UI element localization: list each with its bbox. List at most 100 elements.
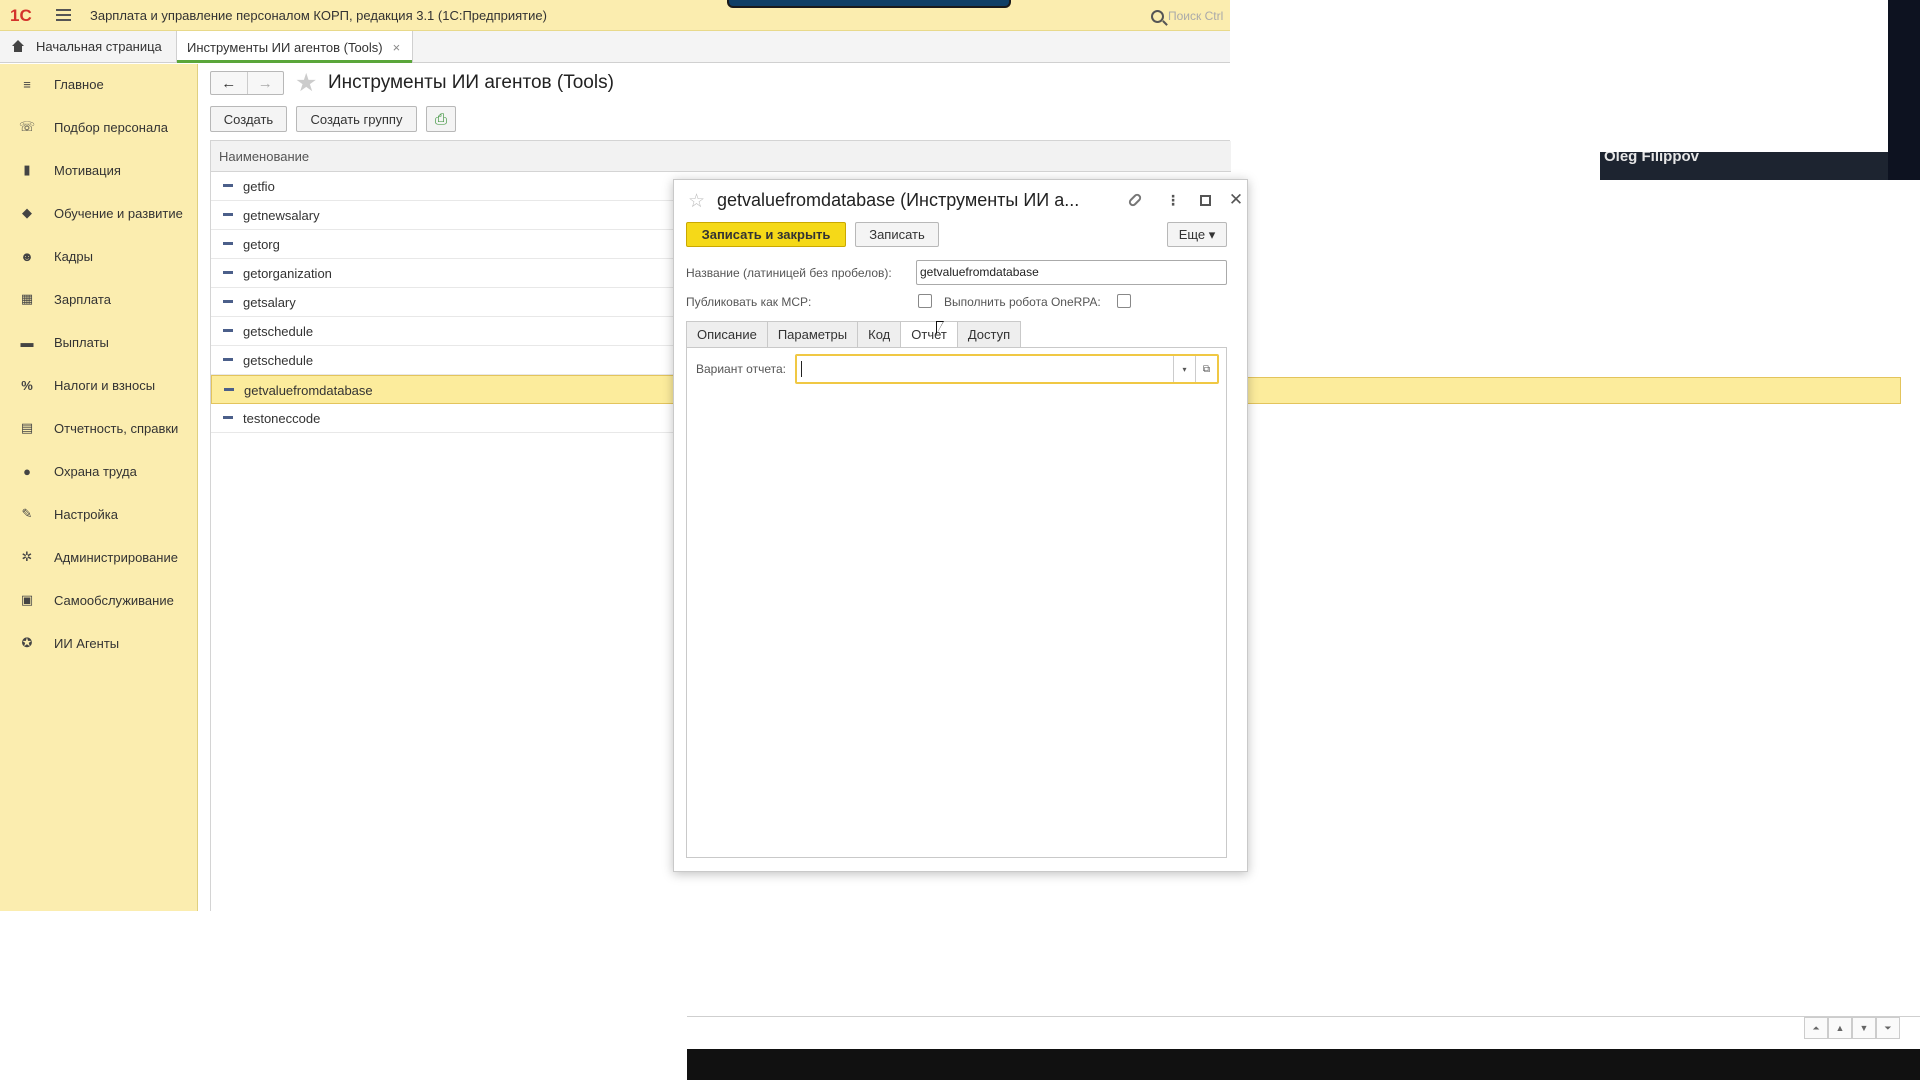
report-variant-input[interactable]: ▾ ⧉ xyxy=(795,354,1219,384)
dialog-more-icon[interactable]: ⋮ xyxy=(1164,190,1182,210)
report-variant-label: Вариант отчета: xyxy=(696,362,786,376)
report-tab-page xyxy=(686,347,1227,858)
item-icon xyxy=(223,329,233,332)
sidebar-item-icon: % xyxy=(21,377,33,393)
tab-tools[interactable]: Инструменты ИИ агентов (Tools) × xyxy=(176,31,414,63)
sidebar-item-label: Настройка xyxy=(54,506,118,522)
sidebar-item-icon: ▦ xyxy=(20,291,34,306)
create-group-button[interactable]: Создать группу xyxy=(296,106,417,132)
save-button[interactable]: Записать xyxy=(855,222,939,247)
sidebar-item[interactable]: ▮ Мотивация xyxy=(0,150,198,190)
sidebar-item[interactable]: ≡ Главное xyxy=(0,64,198,104)
sidebar-item[interactable]: ☏ Подбор персонала xyxy=(0,107,198,147)
dialog-link-icon[interactable] xyxy=(1126,190,1144,210)
item-icon xyxy=(223,358,233,361)
tab-home[interactable]: Начальная страница xyxy=(0,31,178,62)
text-caret xyxy=(801,361,802,377)
item-icon xyxy=(223,300,233,303)
create-button[interactable]: Создать xyxy=(210,106,287,132)
sidebar-item-label: Администрирование xyxy=(54,549,178,565)
webcam-name: Oleg Filippov xyxy=(1604,152,1700,165)
item-icon xyxy=(223,416,233,419)
scroll-bottom-button[interactable]: ⏷ xyxy=(1876,1017,1900,1039)
sidebar-item-icon: ☏ xyxy=(18,119,36,134)
sidebar-item-icon: ✪ xyxy=(21,635,33,650)
sidebar-item[interactable]: ☻ Кадры xyxy=(0,236,198,276)
row-label: getvaluefromdatabase xyxy=(244,383,373,398)
back-button[interactable]: ← xyxy=(211,72,247,94)
sidebar-item[interactable]: % Налоги и взносы xyxy=(0,365,198,405)
sidebar-item-icon: ≡ xyxy=(23,76,31,92)
scroll-controls: ⏶ ▲ ▼ ⏷ xyxy=(1804,1017,1900,1039)
sidebar-item[interactable]: ▤ Отчетность, справки xyxy=(0,408,198,448)
sidebar-item-label: ИИ Агенты xyxy=(54,635,120,651)
dialog-close-icon[interactable]: ✕ xyxy=(1227,190,1245,210)
search-icon xyxy=(1151,9,1164,23)
dialog-maximize-icon[interactable] xyxy=(1196,190,1214,210)
global-search[interactable]: Поиск Ctrl xyxy=(1151,6,1223,26)
mouse-cursor-icon xyxy=(936,321,944,335)
title-bar: 1С Зарплата и управление персоналом КОРП… xyxy=(0,0,1230,31)
save-and-close-button[interactable]: Записать и закрыть xyxy=(686,222,846,247)
dialog-tab[interactable]: Доступ xyxy=(956,321,1022,348)
sidebar-item[interactable]: ▦ Зарплата xyxy=(0,279,198,319)
publish-mcp-checkbox[interactable] xyxy=(918,294,932,308)
sidebar-item-label: Мотивация xyxy=(54,162,121,178)
forward-button[interactable]: → xyxy=(246,72,284,94)
sidebar-item[interactable]: ✎ Настройка xyxy=(0,494,198,534)
name-label: Название (латиницей без пробелов): xyxy=(686,266,892,280)
item-icon xyxy=(223,184,233,187)
dialog-tab[interactable]: Код xyxy=(857,321,901,348)
item-icon xyxy=(223,213,233,216)
sidebar-item[interactable]: ▬ Выплаты xyxy=(0,322,198,362)
dialog-tab[interactable]: Параметры xyxy=(766,321,858,348)
export-icon[interactable]: ⎙ xyxy=(426,106,456,132)
scroll-up-button[interactable]: ▲ xyxy=(1828,1017,1852,1039)
tab-tools-label: Инструменты ИИ агентов (Tools) xyxy=(187,39,383,55)
tab-close-icon[interactable]: × xyxy=(393,40,401,55)
dialog-tab[interactable]: Описание xyxy=(686,321,767,348)
sidebar-item-icon: ☻ xyxy=(20,248,34,264)
column-header-label: Наименование xyxy=(219,149,310,164)
sidebar-item[interactable]: ✲ Администрирование xyxy=(0,537,198,577)
sidebar-item[interactable]: ◆ Обучение и развитие xyxy=(0,193,198,233)
sidebar-item[interactable]: ✪ ИИ Агенты xyxy=(0,623,198,663)
row-label: testoneccode xyxy=(243,411,321,426)
column-header[interactable]: Наименование xyxy=(211,141,1231,172)
taskbar-strip xyxy=(687,1049,1920,1080)
dialog-tabs: Описание Параметры Код Отчет Доступ xyxy=(686,321,1022,348)
sidebar-item-label: Подбор персонала xyxy=(54,119,168,135)
sidebar-item-label: Кадры xyxy=(54,248,93,264)
open-form-icon[interactable]: ⧉ xyxy=(1195,356,1217,382)
sidebar-item-icon: ● xyxy=(23,463,31,479)
item-icon xyxy=(223,271,233,274)
scroll-top-button[interactable]: ⏶ xyxy=(1804,1017,1828,1039)
more-button[interactable]: Еще ▾ xyxy=(1167,222,1227,247)
main-menu-icon[interactable] xyxy=(56,9,71,21)
sidebar-item[interactable]: ● Охрана труда xyxy=(0,451,198,491)
publish-mcp-label: Публиковать как MCP: xyxy=(686,295,812,309)
run-robot-checkbox[interactable] xyxy=(1117,294,1131,308)
name-input[interactable]: getvaluefromdatabase xyxy=(916,260,1227,285)
webcam-edge xyxy=(1888,0,1920,180)
dialog-favorite-icon[interactable]: ☆ xyxy=(688,190,705,213)
sidebar-item-icon: ✎ xyxy=(21,506,33,521)
selected-row-extension xyxy=(1248,377,1901,404)
dialog-tab[interactable]: Отчет xyxy=(900,321,957,348)
dialog-title: getvaluefromdatabase (Инструменты ИИ а..… xyxy=(717,190,1080,210)
webcam-overlay: Oleg Filippov xyxy=(1600,152,1920,180)
sidebar-item-icon: ◆ xyxy=(22,205,32,220)
sidebar-item-icon: ▮ xyxy=(23,162,31,177)
app-logo[interactable]: 1С xyxy=(10,6,46,26)
sidebar-item[interactable]: ▣ Самообслуживание xyxy=(0,580,198,620)
sidebar-item-label: Самообслуживание xyxy=(54,592,174,608)
sidebar: ≡ Главное ☏ Подбор персонала ▮ Мотивация ◆ Обуч… xyxy=(0,64,198,911)
row-label: getnewsalary xyxy=(243,208,320,223)
favorite-star-icon[interactable]: ★ xyxy=(295,68,317,98)
chevron-down-icon[interactable]: ▾ xyxy=(1173,356,1195,382)
row-label: getschedule xyxy=(243,353,314,368)
sidebar-item-label: Отчетность, справки xyxy=(54,420,179,436)
scroll-down-button[interactable]: ▼ xyxy=(1852,1017,1876,1039)
sidebar-item-icon: ▬ xyxy=(20,334,34,350)
sidebar-item-icon: ▤ xyxy=(20,420,34,435)
